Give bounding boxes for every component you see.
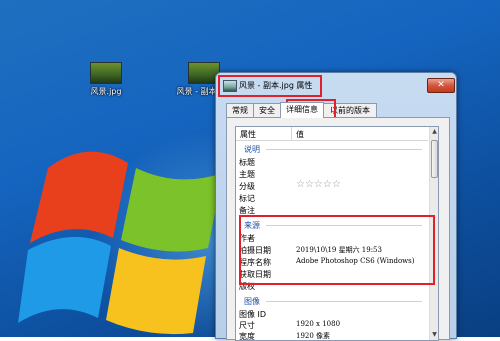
property-name: 标题	[239, 158, 255, 167]
scroll-up-icon[interactable]: ▲	[430, 127, 438, 137]
column-value[interactable]: 值	[296, 129, 304, 140]
tab-details[interactable]: 详细信息	[280, 102, 324, 118]
scrollbar-thumb[interactable]	[431, 140, 438, 178]
details-panel: 属性 值 说明 标题 主题 分级 ☆☆☆☆☆ 标记 备注 来源 作者 拍摄日期 …	[226, 117, 450, 341]
column-separator[interactable]	[291, 127, 292, 140]
desktop-icon-label: 风景.jpg	[90, 87, 122, 96]
title-highlight-box	[218, 75, 322, 97]
tab-general[interactable]: 常规	[226, 103, 254, 117]
property-value: 1920 x 1080	[296, 320, 341, 328]
scroll-down-icon[interactable]: ▼	[430, 330, 438, 340]
property-value: 1920 像素	[296, 332, 331, 340]
windows-logo	[18, 151, 223, 335]
column-header: 属性 值	[236, 127, 428, 141]
image-thumbnail-icon	[90, 62, 122, 84]
property-name: 主题	[239, 170, 255, 179]
list-item[interactable]: 宽度 1920 像素	[236, 330, 428, 341]
property-name: 宽度	[239, 332, 255, 341]
section-divider	[266, 149, 422, 150]
properties-dialog: 风景 - 副本.jpg 属性 ✕ 常规 安全 详细信息 以前的版本 属性 值 说…	[215, 72, 457, 341]
section-divider	[266, 301, 422, 302]
list-item[interactable]: 标记	[236, 192, 428, 204]
tab-security[interactable]: 安全	[253, 103, 281, 117]
close-button[interactable]: ✕	[427, 78, 455, 93]
property-name: 标记	[239, 194, 255, 203]
section-description: 说明	[236, 143, 428, 155]
list-item[interactable]: 分级 ☆☆☆☆☆	[236, 179, 428, 192]
desktop-icon-1[interactable]: 风景.jpg	[78, 62, 134, 97]
section-image: 图像	[236, 295, 428, 307]
property-name: 分级	[239, 182, 255, 191]
column-name[interactable]: 属性	[240, 129, 256, 140]
rating-stars[interactable]: ☆☆☆☆☆	[296, 179, 341, 190]
section-label: 说明	[244, 145, 260, 154]
section-label: 图像	[244, 297, 260, 306]
list-item[interactable]: 标题	[236, 156, 428, 168]
origin-highlight-box	[239, 215, 435, 285]
